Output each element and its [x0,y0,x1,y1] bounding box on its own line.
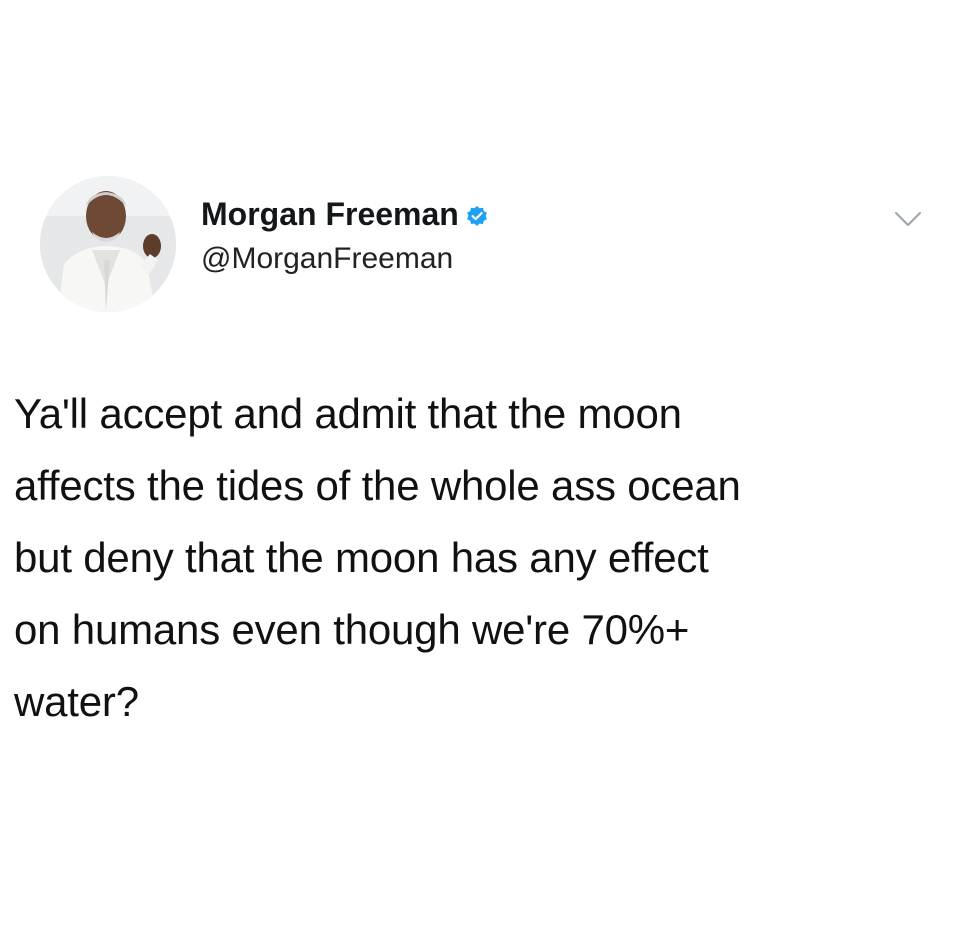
avatar-photo [40,176,176,312]
verified-badge-icon [466,205,488,227]
author-name-row[interactable]: Morgan Freeman [201,194,488,234]
tweet-text: Ya'll accept and admit that the moon aff… [14,390,741,725]
avatar[interactable] [40,176,176,312]
chevron-down-icon[interactable] [893,208,923,230]
tweet-card: Morgan Freeman @MorganFreeman Ya'll acce… [0,0,960,932]
display-name[interactable]: Morgan Freeman [201,196,459,233]
author-handle[interactable]: @MorganFreeman [201,242,453,276]
